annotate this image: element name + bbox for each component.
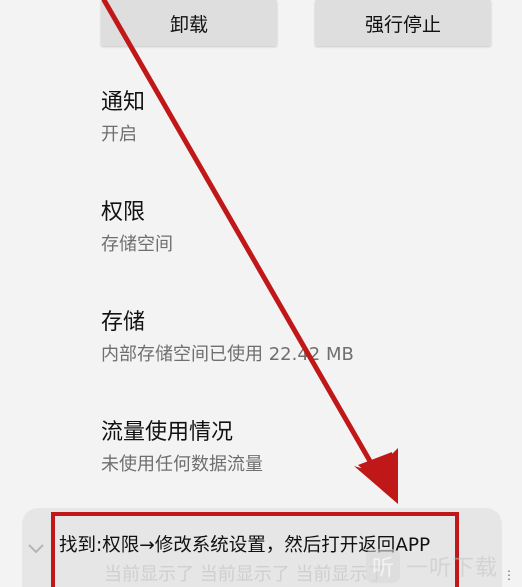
item-subtitle: 内部存储空间已使用 22.42 MB [101,344,354,365]
watermark: 听 一听下载 [366,548,522,584]
app-info-screen: 卸载 强行停止 通知 开启 权限 存储空间 存储 内部存储空间已使用 22.42… [0,0,522,587]
chevron-down-icon[interactable] [26,538,46,558]
settings-item-permissions[interactable]: 权限 存储空间 [101,198,173,258]
uninstall-button[interactable]: 卸载 [101,0,277,46]
settings-item-data-usage[interactable]: 流量使用情况 未使用任何数据流量 [101,418,263,478]
settings-item-storage[interactable]: 存储 内部存储空间已使用 22.42 MB [101,308,354,368]
watermark-logo-icon: 听 [366,549,400,583]
item-subtitle: 存储空间 [101,234,173,255]
settings-item-notifications[interactable]: 通知 开启 [101,88,145,148]
item-title: 权限 [101,200,146,225]
item-title: 流量使用情况 [101,420,234,445]
item-subtitle: 开启 [101,124,137,145]
item-title: 存储 [101,310,146,335]
item-title: 通知 [101,90,146,115]
annotation-arrow-icon [101,0,398,504]
watermark-text: 一听下载 [406,556,499,581]
force-stop-button[interactable]: 强行停止 [315,0,491,46]
item-subtitle: 未使用任何数据流量 [101,454,263,475]
